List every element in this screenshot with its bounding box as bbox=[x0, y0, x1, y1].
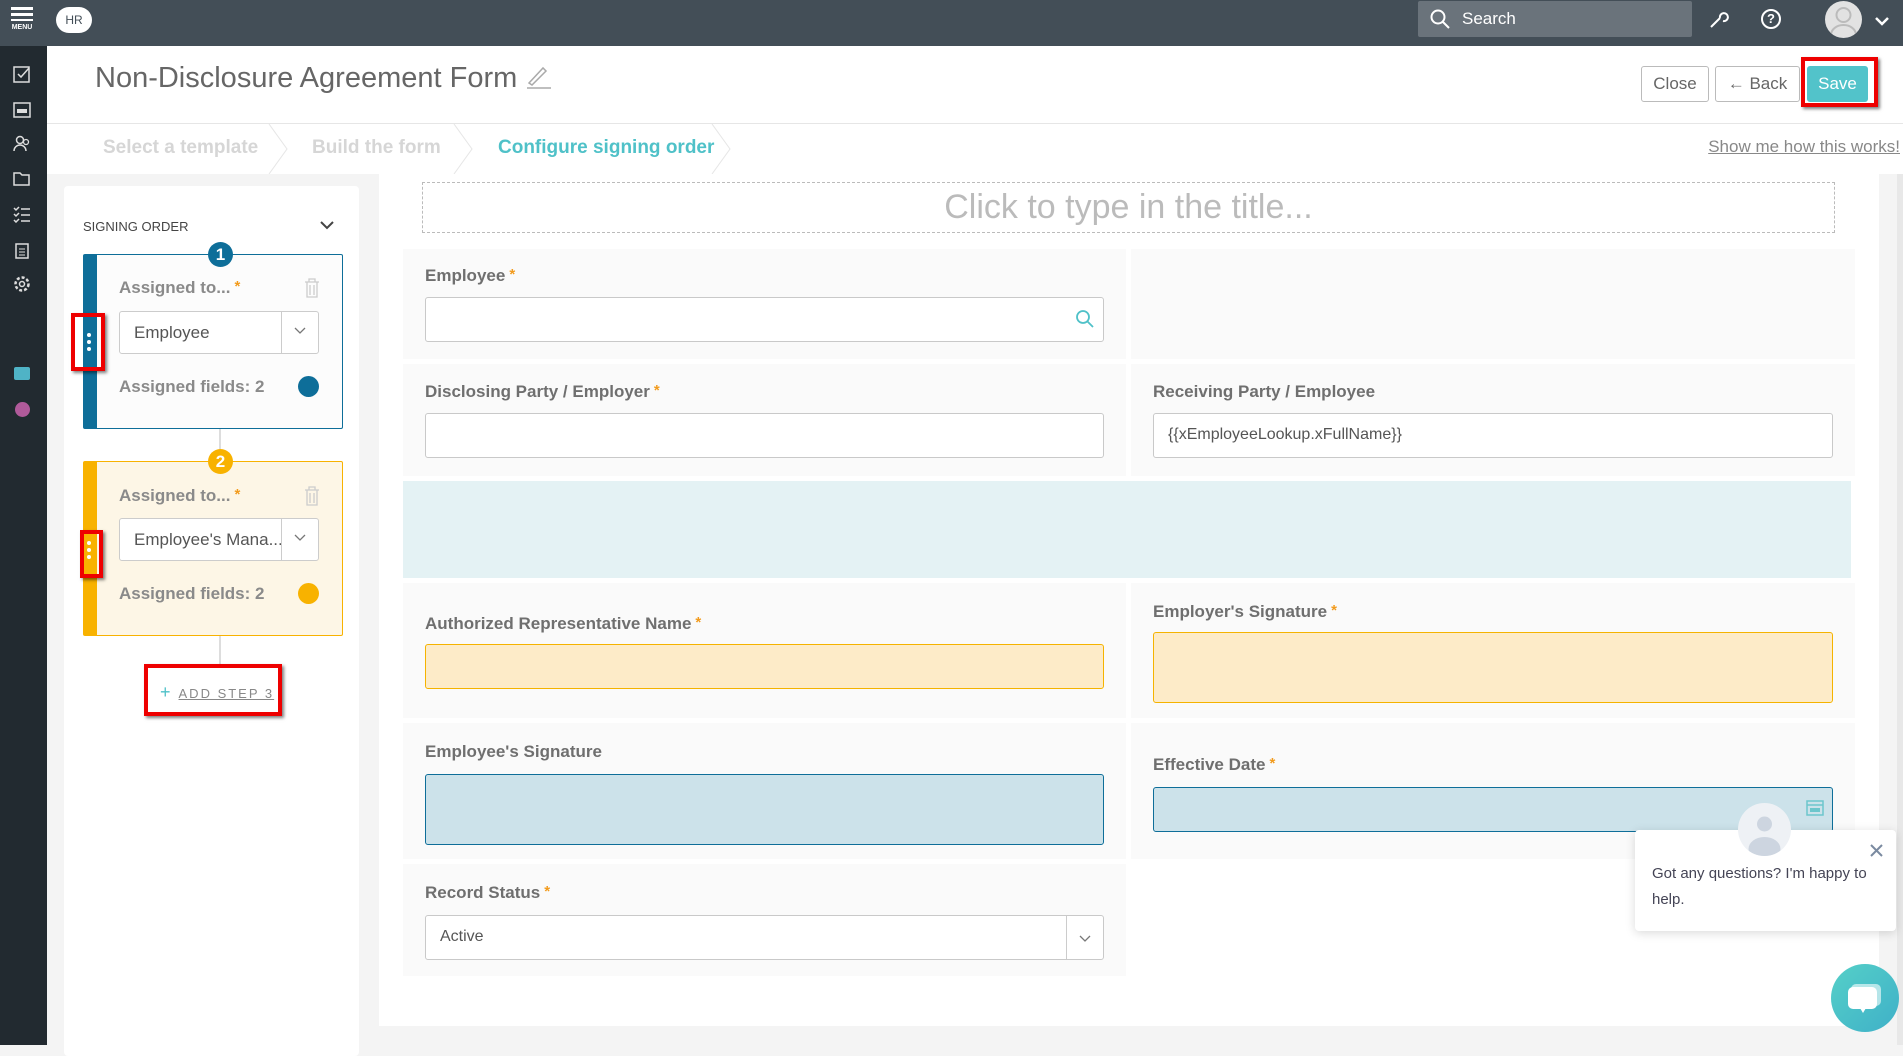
chevron-down-icon bbox=[294, 327, 306, 334]
checklist-icon bbox=[13, 206, 30, 223]
nav-people[interactable] bbox=[11, 132, 33, 154]
help-link[interactable]: Show me how this works! bbox=[1708, 137, 1900, 157]
back-button[interactable]: ← Back bbox=[1715, 66, 1800, 102]
employee-label: Employee * bbox=[425, 266, 516, 285]
nav-app-1[interactable] bbox=[11, 362, 33, 384]
form-title-input[interactable]: Click to type in the title... bbox=[422, 182, 1835, 233]
assigned-section-highlight bbox=[403, 481, 1851, 578]
pencil-icon[interactable] bbox=[525, 63, 552, 89]
calendar-icon[interactable] bbox=[1805, 797, 1825, 817]
form-cell bbox=[1131, 249, 1855, 359]
employer-signature-label: Employer's Signature * bbox=[1153, 602, 1337, 621]
step-chevron-icon bbox=[453, 124, 473, 174]
employee-signature-label: Employee's Signature bbox=[425, 742, 602, 761]
nav-calendar[interactable] bbox=[11, 98, 33, 120]
chevron-down-icon bbox=[294, 534, 306, 541]
assignee-select[interactable]: Employee's Mana... bbox=[119, 518, 319, 561]
assigned-to-label: Assigned to... * bbox=[119, 486, 241, 505]
search-input[interactable]: Search bbox=[1418, 1, 1692, 37]
step-color-dot bbox=[298, 583, 319, 604]
assigned-fields-count: Assigned fields: 2 bbox=[119, 584, 265, 603]
nav-checklists[interactable] bbox=[11, 203, 33, 225]
employer-signature-field[interactable] bbox=[1153, 632, 1833, 703]
assignee-select[interactable]: Employee bbox=[119, 311, 319, 354]
employee-signature-field[interactable] bbox=[425, 774, 1104, 845]
highlight-box bbox=[1801, 57, 1878, 107]
chevron-down-icon bbox=[1079, 935, 1091, 942]
nav-folders[interactable] bbox=[11, 167, 33, 189]
step-number-badge: 1 bbox=[208, 242, 233, 267]
effective-date-label: Effective Date * bbox=[1153, 755, 1276, 774]
step-configure-signing[interactable]: Configure signing order bbox=[498, 137, 714, 159]
app-icon bbox=[14, 401, 30, 417]
user-icon bbox=[1748, 816, 1781, 856]
effective-date-input[interactable] bbox=[1153, 787, 1833, 832]
menu-label: MENU bbox=[11, 24, 33, 31]
agent-avatar bbox=[1738, 803, 1791, 856]
hamburger-icon bbox=[11, 7, 33, 21]
calendar-icon bbox=[13, 102, 31, 118]
record-status-select[interactable]: Active bbox=[425, 915, 1104, 960]
close-button[interactable]: Close bbox=[1641, 66, 1709, 102]
receiving-party-input[interactable]: {{xEmployeeLookup.xFullName}} bbox=[1153, 413, 1833, 458]
step-color-dot bbox=[298, 376, 319, 397]
user-icon bbox=[1830, 7, 1857, 36]
authorized-rep-label: Authorized Representative Name * bbox=[425, 614, 702, 633]
receiving-party-label: Receiving Party / Employee bbox=[1153, 382, 1376, 401]
close-icon[interactable] bbox=[1869, 843, 1884, 858]
nav-settings[interactable] bbox=[11, 273, 33, 295]
trash-icon[interactable] bbox=[304, 278, 320, 298]
step-chevron-icon bbox=[711, 124, 731, 174]
assigned-to-label: Assigned to... * bbox=[119, 278, 241, 297]
people-icon bbox=[13, 135, 30, 152]
search-icon[interactable] bbox=[1075, 309, 1095, 329]
page-title: Non-Disclosure Agreement Form bbox=[95, 62, 552, 95]
gear-icon bbox=[14, 276, 30, 292]
clipboard-icon bbox=[15, 243, 29, 259]
chat-launcher-button[interactable] bbox=[1831, 964, 1899, 1032]
step-number-badge: 2 bbox=[208, 449, 233, 474]
trash-icon[interactable] bbox=[304, 486, 320, 506]
highlight-box bbox=[144, 664, 282, 716]
chevron-down-icon[interactable] bbox=[1874, 16, 1890, 26]
connector bbox=[219, 636, 221, 664]
app-icon bbox=[14, 366, 30, 380]
disclosing-party-label: Disclosing Party / Employer * bbox=[425, 382, 660, 401]
step-chevron-icon bbox=[268, 124, 288, 174]
search-icon bbox=[1430, 9, 1450, 29]
nav-clipboard[interactable] bbox=[11, 239, 33, 261]
disclosing-party-input[interactable] bbox=[425, 413, 1104, 458]
wrench-icon[interactable] bbox=[1709, 9, 1729, 29]
chat-message: Got any questions? I'm happy to help. bbox=[1652, 865, 1867, 908]
record-status-label: Record Status * bbox=[425, 883, 551, 902]
scrollbar[interactable] bbox=[1897, 174, 1903, 1045]
authorized-rep-input[interactable] bbox=[425, 644, 1104, 689]
nav-app-2[interactable] bbox=[11, 398, 33, 420]
assigned-fields-count: Assigned fields: 2 bbox=[119, 377, 265, 396]
step-build-form[interactable]: Build the form bbox=[312, 137, 441, 159]
divider bbox=[47, 123, 1903, 124]
step-select-template[interactable]: Select a template bbox=[103, 137, 258, 159]
nav-tasks[interactable] bbox=[11, 63, 33, 85]
checkbox-icon bbox=[13, 66, 30, 83]
collapse-chevron-icon[interactable] bbox=[319, 220, 335, 230]
highlight-box bbox=[80, 530, 103, 578]
folder-icon bbox=[13, 172, 30, 186]
menu-button[interactable]: MENU bbox=[9, 6, 35, 31]
search-placeholder: Search bbox=[1462, 9, 1516, 28]
highlight-box bbox=[71, 313, 105, 371]
signing-order-title: SIGNING ORDER bbox=[83, 219, 189, 234]
employee-lookup-input[interactable] bbox=[425, 297, 1104, 342]
hr-logo[interactable]: HR bbox=[56, 7, 92, 33]
user-avatar[interactable] bbox=[1825, 1, 1862, 38]
chat-bubble-icon bbox=[1848, 984, 1881, 1013]
left-nav bbox=[0, 46, 47, 1045]
top-bar: MENU HR Search ? bbox=[0, 0, 1903, 46]
help-icon[interactable]: ? bbox=[1761, 9, 1781, 29]
